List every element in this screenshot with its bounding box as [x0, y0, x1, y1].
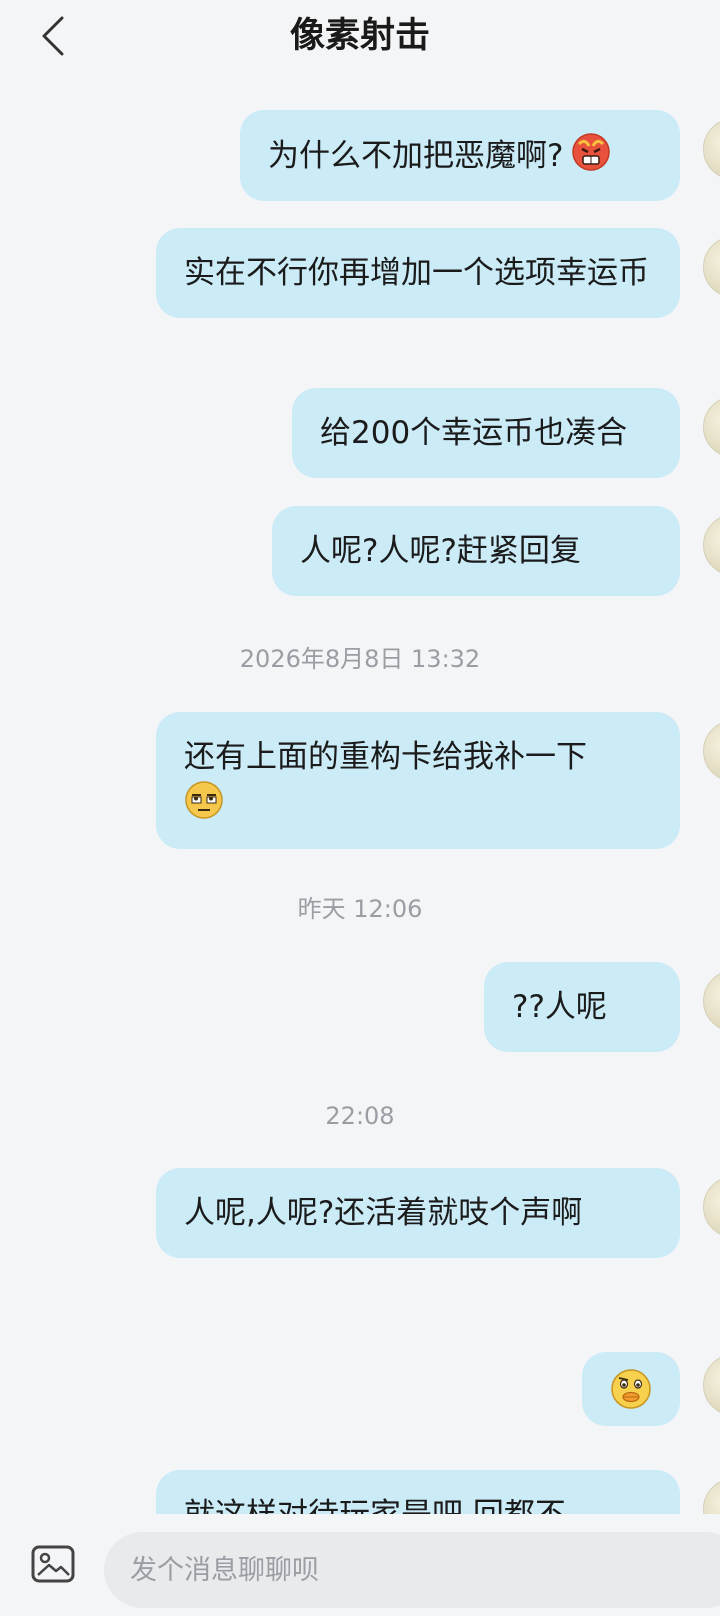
message-bubble[interactable] [582, 1352, 680, 1426]
avatar[interactable] [703, 720, 720, 782]
message-text: 人呢,人呢?还活着就吱个声啊 [184, 1195, 583, 1231]
avatar[interactable] [703, 396, 720, 458]
header-bar: 像素射击 [0, 0, 720, 72]
message-bubble[interactable]: 人呢?人呢?赶紧回复 [272, 506, 680, 596]
avatar[interactable] [703, 1478, 720, 1514]
duck-face-emoji-icon [610, 1368, 652, 1410]
timestamp: 22:08 [325, 1102, 395, 1130]
avatar[interactable] [703, 1176, 720, 1238]
avatar[interactable] [703, 514, 720, 576]
message-bubble[interactable]: ??人呢 [484, 962, 680, 1052]
message-text: 给200个幸运币也凑合 [320, 415, 628, 451]
message-bubble[interactable]: 还有上面的重构卡给我补一下 [156, 712, 680, 849]
message-bubble[interactable]: 实在不行你再增加一个选项幸运币 [156, 228, 680, 318]
message-bubble[interactable]: 给200个幸运币也凑合 [292, 388, 680, 478]
message-text: 人呢?人呢?赶紧回复 [300, 533, 581, 569]
avatar[interactable] [703, 1354, 720, 1416]
message-input[interactable] [104, 1532, 720, 1608]
message-input-bar [0, 1514, 720, 1616]
avatar[interactable] [703, 970, 720, 1032]
message-bubble[interactable]: 人呢,人呢?还活着就吱个声啊 [156, 1168, 680, 1258]
angry-emoji-icon [571, 132, 611, 172]
page-title: 像素射击 [289, 16, 430, 56]
timestamp: 昨天 12:06 [297, 895, 423, 923]
avatar[interactable] [703, 236, 720, 298]
message-bubble[interactable]: 就这样对待玩家是吧,回都不 [156, 1470, 680, 1514]
message-text: 还有上面的重构卡给我补一下 [184, 739, 587, 775]
message-feed[interactable]: 为什么不加把恶魔啊? 实在不行你再增加一个选项幸运币 给200个幸运币也凑合 人… [0, 72, 720, 1514]
image-icon[interactable] [30, 1544, 76, 1584]
message-text: 就这样对待玩家是吧,回都不 [184, 1497, 566, 1514]
message-text: 实在不行你再增加一个选项幸运币 [184, 255, 649, 291]
timestamp: 2026年8月8日 13:32 [239, 645, 481, 673]
message-text: ??人呢 [512, 989, 607, 1025]
eyeroll-emoji-icon [184, 780, 224, 820]
avatar[interactable] [703, 118, 720, 180]
message-bubble[interactable]: 为什么不加把恶魔啊? [240, 110, 680, 201]
message-text: 为什么不加把恶魔啊? [268, 138, 564, 174]
